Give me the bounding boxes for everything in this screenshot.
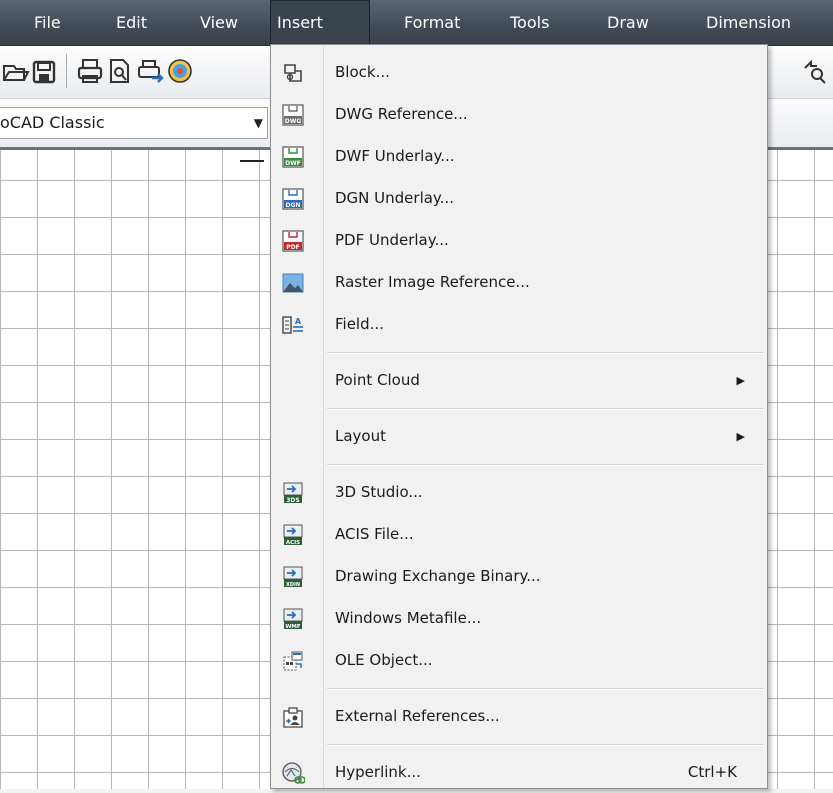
menu-separator [327, 688, 763, 690]
menu-tools[interactable]: Tools [510, 0, 549, 45]
menu-view[interactable]: View [200, 0, 238, 45]
menu-item-label: DGN Underlay... [335, 189, 454, 207]
dwg-reference-icon: DWG [281, 103, 305, 127]
3ds-tag: 3DS [286, 497, 299, 504]
hyperlink-icon [281, 761, 306, 785]
dropdown-arrow-icon[interactable]: ▼ [254, 116, 263, 130]
menu-separator [327, 744, 763, 746]
dxb-icon: XDIN [281, 565, 305, 589]
dgn-underlay-icon: DGN [281, 187, 305, 211]
print-icon[interactable] [76, 56, 104, 86]
ole-object-icon [281, 649, 305, 673]
save-icon[interactable] [30, 56, 58, 86]
pdf-underlay-icon: PDF [281, 229, 305, 253]
menu-item-label: Layout [335, 427, 386, 445]
insert-menu: Block... DWG DWG Reference... DWF DWF Un… [270, 44, 768, 789]
acis-file-icon: ACIS [281, 523, 305, 547]
svg-text:A: A [295, 317, 302, 326]
submenu-arrow-icon: ▶ [736, 430, 745, 443]
ucs-axis-line [240, 160, 264, 162]
menu-item-ole-object[interactable]: OLE Object... [271, 641, 767, 681]
menu-item-windows-metafile[interactable]: WMF Windows Metafile... [271, 599, 767, 639]
menu-separator [327, 464, 763, 466]
field-icon: A [281, 313, 305, 337]
menu-item-dgn-underlay[interactable]: DGN DGN Underlay... [271, 179, 767, 219]
menu-item-field[interactable]: A Field... [271, 305, 767, 345]
menu-item-drawing-exchange-binary[interactable]: XDIN Drawing Exchange Binary... [271, 557, 767, 597]
3d-dwf-icon[interactable] [166, 56, 194, 86]
menu-item-shortcut: Ctrl+K [687, 763, 737, 781]
menu-dimension[interactable]: Dimension [706, 0, 791, 45]
toolbar-separator [66, 54, 67, 88]
menu-item-label: Field... [335, 315, 384, 333]
menu-bar: File Edit View Insert Format Tools Draw … [0, 0, 833, 46]
menu-insert[interactable]: Insert [270, 0, 370, 45]
menu-item-label: Hyperlink... [335, 763, 421, 781]
dxb-tag: XDIN [286, 582, 300, 588]
menu-item-label: Windows Metafile... [335, 609, 482, 627]
menu-item-label: Point Cloud [335, 371, 420, 389]
menu-item-label: Raster Image Reference... [335, 273, 530, 291]
menu-format[interactable]: Format [404, 0, 460, 45]
menu-item-pdf-underlay[interactable]: PDF PDF Underlay... [271, 221, 767, 261]
menu-item-label: 3D Studio... [335, 483, 423, 501]
menu-item-dwf-underlay[interactable]: DWF DWF Underlay... [271, 137, 767, 177]
workspace-dropdown[interactable]: oCAD Classic ▼ [0, 107, 268, 139]
menu-item-dwg-reference[interactable]: DWG DWG Reference... [271, 95, 767, 135]
dwf-underlay-icon: DWF [281, 145, 305, 169]
submenu-arrow-icon: ▶ [736, 374, 745, 387]
external-references-icon [281, 705, 305, 729]
dwf-tag: DWF [285, 160, 301, 167]
block-icon [281, 61, 305, 85]
menu-item-label: External References... [335, 707, 500, 725]
dwg-tag: DWG [285, 118, 302, 125]
menu-item-label: OLE Object... [335, 651, 433, 669]
dgn-tag: DGN [286, 202, 301, 209]
menu-edit[interactable]: Edit [116, 0, 147, 45]
menu-item-label: DWF Underlay... [335, 147, 455, 165]
menu-item-acis-file[interactable]: ACIS ACIS File... [271, 515, 767, 555]
publish-icon[interactable] [136, 56, 164, 86]
menu-separator [327, 352, 763, 354]
menu-draw[interactable]: Draw [607, 0, 649, 45]
menu-file[interactable]: File [34, 0, 61, 45]
pdf-tag: PDF [286, 244, 299, 251]
acis-tag: ACIS [286, 540, 300, 546]
menu-item-layout[interactable]: Layout ▶ [271, 417, 767, 457]
menu-separator [327, 408, 763, 410]
wmf-icon: WMF [281, 607, 305, 631]
menu-item-raster-image-reference[interactable]: Raster Image Reference... [271, 263, 767, 303]
zoom-previous-icon[interactable] [801, 56, 829, 86]
print-preview-icon[interactable] [106, 56, 134, 86]
menu-item-label: PDF Underlay... [335, 231, 449, 249]
menu-item-label: Drawing Exchange Binary... [335, 567, 541, 585]
menu-item-external-references[interactable]: External References... [271, 697, 767, 737]
wmf-tag: WMF [285, 624, 301, 630]
menu-item-hyperlink[interactable]: Hyperlink... Ctrl+K [271, 753, 767, 793]
menu-item-block[interactable]: Block... [271, 53, 767, 93]
workspace-selected-value: oCAD Classic [0, 113, 105, 132]
open-icon[interactable] [2, 56, 30, 86]
raster-image-icon [281, 271, 305, 295]
menu-item-label: ACIS File... [335, 525, 414, 543]
menu-item-point-cloud[interactable]: Point Cloud ▶ [271, 361, 767, 401]
3d-studio-icon: 3DS [281, 481, 305, 505]
menu-item-label: Block... [335, 63, 390, 81]
menu-item-3d-studio[interactable]: 3DS 3D Studio... [271, 473, 767, 513]
menu-item-label: DWG Reference... [335, 105, 468, 123]
